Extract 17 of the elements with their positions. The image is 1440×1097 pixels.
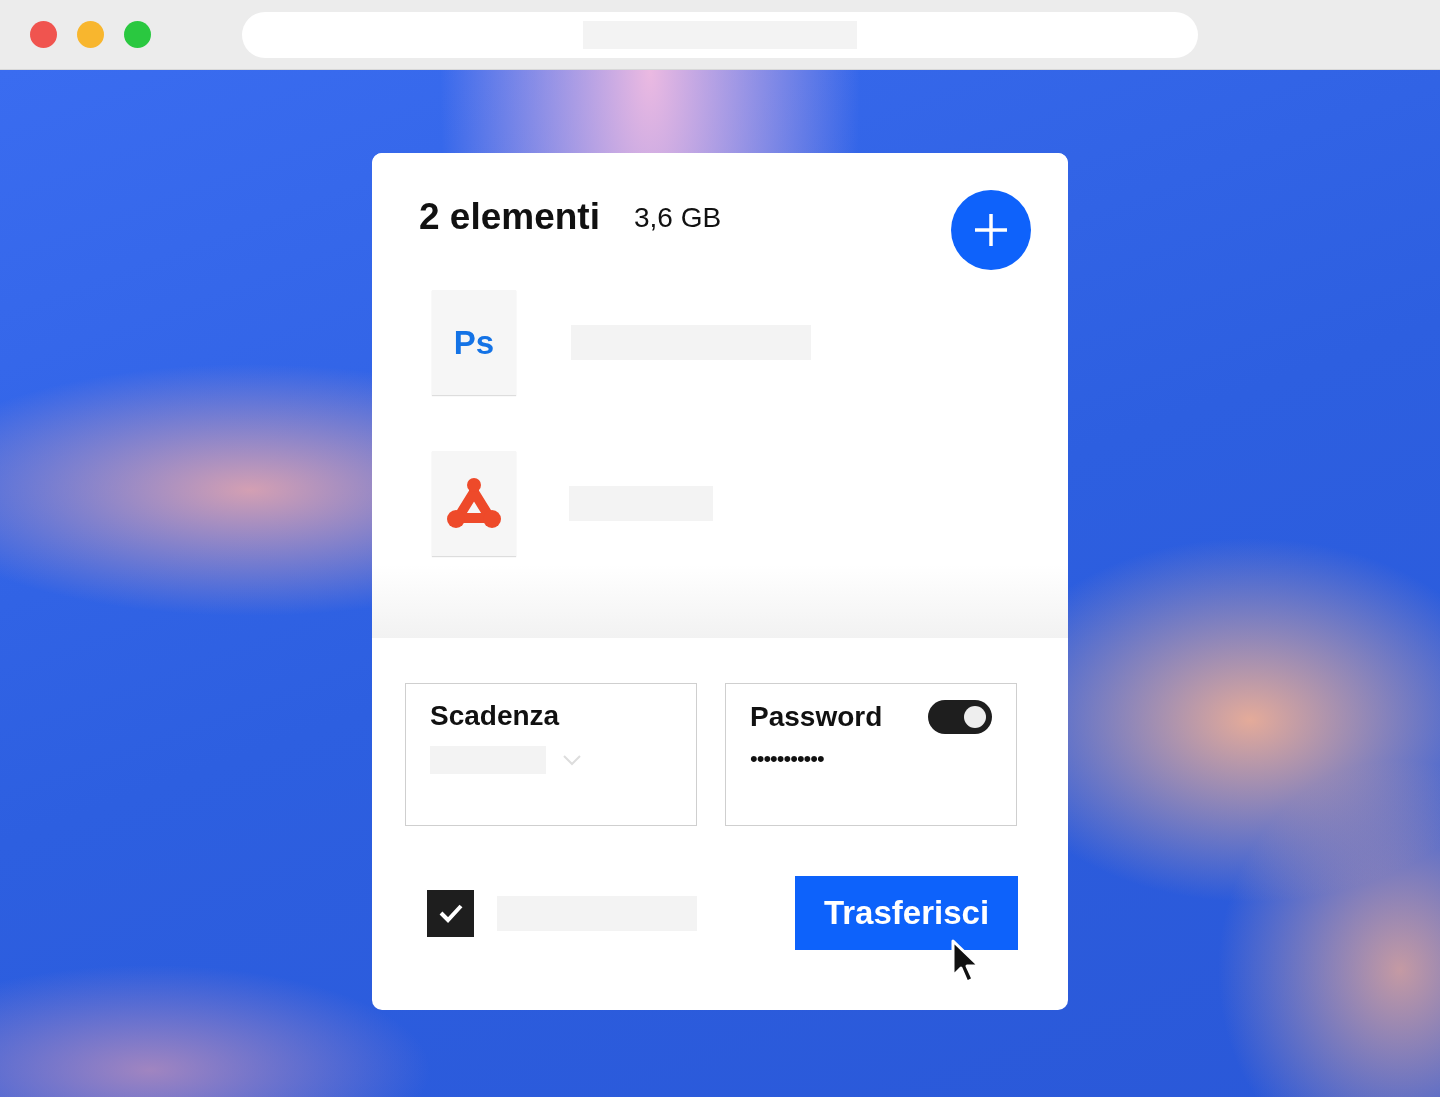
zoom-dot-icon[interactable] xyxy=(124,21,151,48)
checkmark-icon xyxy=(437,903,464,923)
password-value: ••••••••••• xyxy=(750,746,825,772)
minimize-dot-icon[interactable] xyxy=(77,21,104,48)
expiry-label: Scadenza xyxy=(430,700,561,732)
checkbox[interactable] xyxy=(427,889,474,937)
item-count: 2 elementi xyxy=(419,196,600,238)
close-dot-icon[interactable] xyxy=(30,21,57,48)
plus-icon xyxy=(973,212,1009,248)
total-size: 3,6 GB xyxy=(634,202,722,234)
document-icon xyxy=(446,477,502,530)
password-field[interactable]: Password ••••••••••• xyxy=(725,683,1017,826)
password-toggle[interactable] xyxy=(928,700,992,734)
password-label: Password xyxy=(750,701,883,733)
file-type-label: Ps xyxy=(453,323,495,362)
expiry-field[interactable]: Scadenza xyxy=(405,683,697,826)
transfer-button[interactable]: Trasferisci xyxy=(795,876,1018,950)
